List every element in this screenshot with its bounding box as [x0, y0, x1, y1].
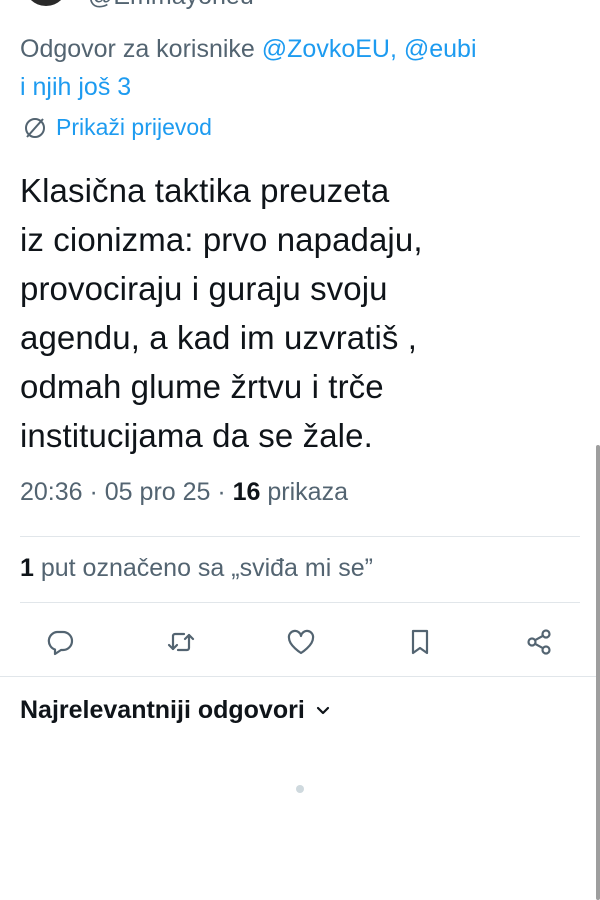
bookmark-button[interactable] — [402, 624, 438, 660]
heart-icon — [285, 627, 317, 657]
retweet-button[interactable] — [163, 624, 199, 660]
author-handle[interactable]: @Emmayoneu — [88, 0, 254, 11]
mention-link-zovkoeu[interactable]: @ZovkoEU — [262, 35, 390, 63]
meta-separator: · — [210, 478, 233, 506]
chevron-down-icon — [315, 696, 331, 725]
likes-label: put označeno sa „sviđa mi se” — [33, 554, 373, 582]
share-button[interactable] — [521, 624, 557, 660]
divider — [0, 676, 600, 677]
reply-button[interactable] — [42, 624, 78, 660]
avatar[interactable] — [24, 0, 68, 6]
show-translation-label: Prikaži prijevod — [56, 114, 212, 140]
bookmark-icon — [405, 627, 435, 657]
reply-prefix: Odgovor za korisnike — [20, 35, 262, 63]
reply-context: Odgovor za korisnike @ZovkoEU, @eubi i nj… — [20, 30, 590, 106]
tweet-action-bar — [0, 620, 600, 664]
views-label: prikaza — [260, 478, 348, 506]
views-count: 16 — [232, 478, 261, 506]
retweet-icon — [165, 627, 197, 657]
loading-indicator — [296, 785, 304, 793]
replies-sort-dropdown[interactable]: Najrelevantniji odgovori — [20, 696, 331, 725]
divider — [20, 536, 580, 537]
tweet-metadata: 20:36 · 05 pro 25 · 16 prikaza — [20, 478, 348, 507]
scrollbar[interactable] — [596, 445, 600, 900]
comment-icon — [45, 627, 75, 657]
mention-separator: , — [389, 35, 404, 63]
tweet-text: Klasična taktika preuzeta iz cionizma: p… — [20, 172, 423, 454]
tweet-time[interactable]: 20:36 — [20, 478, 83, 506]
share-icon — [524, 627, 554, 657]
likes-count: 1 — [20, 554, 34, 582]
tweet-detail-screen: @Emmayoneu Odgovor za korisnike @ZovkoEU… — [0, 0, 600, 900]
tweet-author-header: @Emmayoneu — [0, 0, 600, 11]
likes-summary[interactable]: 1 put označeno sa „sviđa mi se” — [20, 554, 373, 583]
divider — [20, 602, 580, 603]
like-button[interactable] — [283, 624, 319, 660]
replies-sort-label: Najrelevantniji odgovori — [20, 696, 305, 724]
tweet-date[interactable]: 05 pro 25 — [105, 478, 211, 506]
globe-slash-icon — [22, 115, 48, 141]
meta-separator: · — [82, 478, 105, 506]
more-mentions-link[interactable]: i njih još 3 — [20, 73, 131, 101]
show-translation-button[interactable]: Prikaži prijevod — [22, 114, 212, 141]
mention-link-eubi[interactable]: @eubi — [404, 35, 477, 63]
